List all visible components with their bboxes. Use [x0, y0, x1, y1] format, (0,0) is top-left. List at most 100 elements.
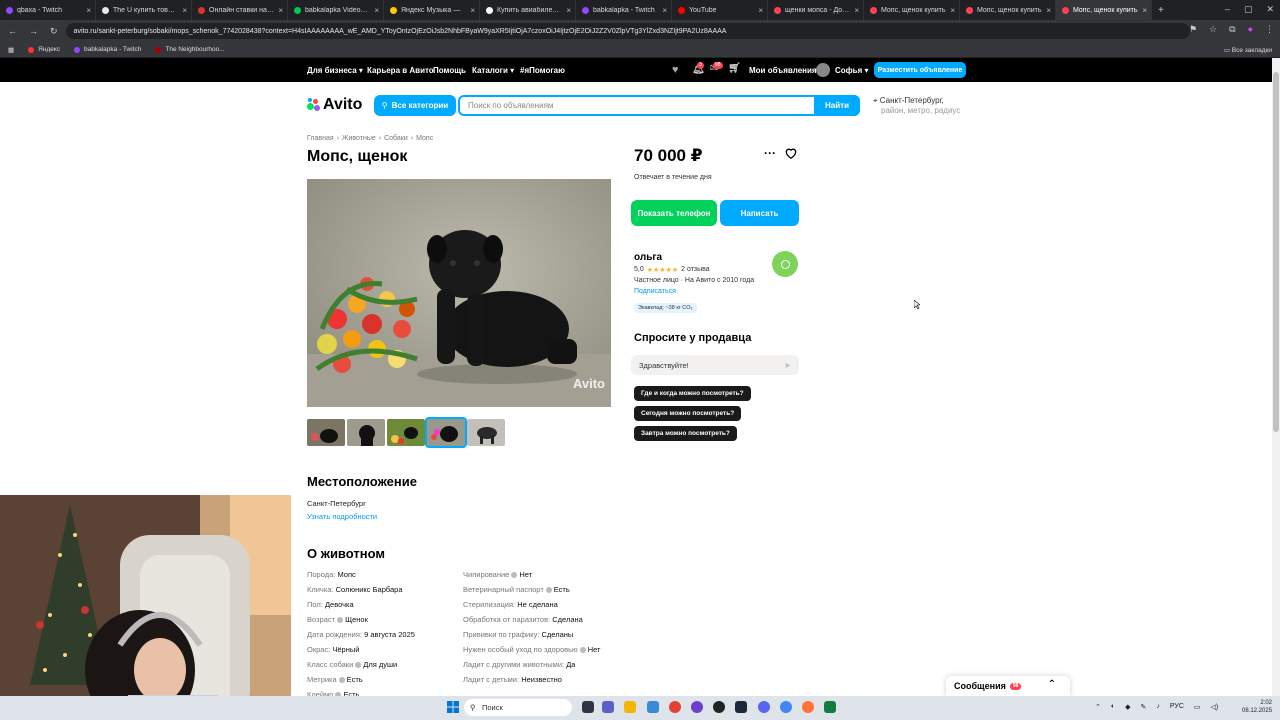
chevron-up-icon[interactable]: ⌃	[1095, 703, 1101, 711]
teams-icon[interactable]	[602, 701, 614, 713]
nav-career[interactable]: Карьера в Авито	[367, 66, 434, 75]
chevron-up-icon[interactable]: ⌃	[1048, 679, 1056, 690]
close-icon[interactable]: ×	[278, 6, 283, 15]
seller-avatar[interactable]	[772, 251, 798, 277]
browser-tab[interactable]: Мопс, щенок купить ×	[960, 0, 1056, 20]
send-icon[interactable]: ➤	[784, 361, 791, 370]
volume-icon[interactable]: ◁)	[1211, 703, 1219, 711]
main-photo[interactable]: Avito	[307, 179, 611, 407]
minimize-icon[interactable]: –	[1225, 4, 1230, 15]
post-ad-button[interactable]: Разместить объявление	[874, 62, 966, 78]
page-scrollbar[interactable]	[1272, 58, 1280, 696]
breadcrumb-item[interactable]: Главная	[307, 135, 334, 142]
close-icon[interactable]: ×	[662, 6, 667, 15]
browser-tab[interactable]: Яндекс Музыка — ×	[384, 0, 480, 20]
browser-tab[interactable]: qbaxa - Twitch ×	[0, 0, 96, 20]
browser-tab[interactable]: YouTube ×	[672, 0, 768, 20]
back-icon[interactable]: ←	[8, 26, 17, 37]
more-options-icon[interactable]: ···	[764, 146, 776, 160]
thumbnail[interactable]	[467, 419, 505, 446]
nav-business[interactable]: Для бизнеса ▾	[307, 66, 363, 75]
tray-app-icon[interactable]: ✎	[1141, 703, 1147, 711]
steam-icon[interactable]	[735, 701, 747, 713]
browser-tab[interactable]: Мопс, щенок купить ×	[864, 0, 960, 20]
close-icon[interactable]: ×	[950, 6, 955, 15]
avito-logo[interactable]: Avito	[307, 96, 362, 114]
bookmark-twitch[interactable]: babkalapka - Twitch	[74, 46, 141, 53]
thumbnail[interactable]	[387, 419, 425, 446]
nav-catalogs[interactable]: Каталоги ▾	[472, 66, 514, 75]
all-bookmarks-button[interactable]: ▭ Все закладки	[1224, 46, 1272, 54]
task-view-icon[interactable]	[582, 701, 594, 713]
thumbnail-selected[interactable]	[425, 417, 467, 448]
location-selector[interactable]: ⌖ Санкт-Петербург, район, метро, радиус	[873, 96, 960, 116]
browser-tab[interactable]: Мопс, щенок купить ×	[1056, 0, 1152, 20]
star-icon[interactable]: ☆	[1209, 24, 1217, 35]
cart-icon[interactable]: 🛒︎	[728, 63, 741, 74]
network-icon[interactable]: ▭	[1194, 703, 1201, 711]
search-input[interactable]: Поиск по объявлениям	[460, 101, 814, 110]
taskbar-search[interactable]: ⚲ Поиск	[464, 699, 572, 716]
question-icon[interactable]	[338, 677, 345, 684]
browser-tab[interactable]: Купить авиабилеты д ×	[480, 0, 576, 20]
close-icon[interactable]: ×	[1046, 6, 1051, 15]
tray-app-icon[interactable]: ◆	[1125, 703, 1130, 711]
menu-icon[interactable]: ⋮	[1265, 24, 1274, 35]
bookmark-neighbourhood[interactable]: The Neighbourhoo...	[155, 46, 225, 53]
browser-tab[interactable]: babkalapka Videos - V ×	[288, 0, 384, 20]
maximize-icon[interactable]: ▢	[1244, 4, 1253, 15]
breadcrumb-item[interactable]: Собаки	[384, 135, 408, 142]
question-icon[interactable]	[511, 572, 518, 579]
reload-icon[interactable]: ↻	[50, 26, 58, 37]
close-icon[interactable]: ×	[758, 6, 763, 15]
close-icon[interactable]: ×	[182, 6, 187, 15]
show-phone-button[interactable]: Показать телефон	[631, 200, 717, 226]
question-icon[interactable]	[579, 647, 586, 654]
microphone-icon[interactable]: ♪	[1156, 703, 1160, 711]
close-icon[interactable]: ×	[854, 6, 859, 15]
write-message-button[interactable]: Написать	[720, 200, 799, 226]
bookmark-yandex[interactable]: Яндекс	[28, 46, 60, 53]
quick-question-button[interactable]: Завтра можно посмотреть?	[634, 426, 737, 441]
system-clock[interactable]: 2:02 08.12.2025	[1242, 699, 1272, 715]
excel-icon[interactable]	[824, 701, 836, 713]
close-icon[interactable]: ×	[374, 6, 379, 15]
question-icon[interactable]	[545, 587, 552, 594]
file-explorer-icon[interactable]	[624, 701, 636, 713]
seller-name[interactable]: ольга	[634, 252, 662, 263]
quick-question-button[interactable]: Сегодня можно посмотреть?	[634, 406, 742, 421]
quick-question-button[interactable]: Где и когда можно посмотреть?	[634, 386, 751, 401]
new-tab-button[interactable]: +	[1158, 5, 1164, 16]
all-categories-button[interactable]: ⚲ Все категории	[374, 95, 456, 116]
subscribe-link[interactable]: Подписаться	[634, 288, 676, 295]
close-window-icon[interactable]: ✕	[1266, 4, 1274, 15]
scrollbar-thumb[interactable]	[1273, 72, 1279, 432]
apps-icon[interactable]: ▦	[8, 46, 14, 54]
thumbnail[interactable]	[307, 419, 345, 446]
messages-widget[interactable]: Сообщения 98 ⌃	[946, 676, 1070, 696]
breadcrumb-item[interactable]: Мопс	[416, 135, 433, 142]
chrome-icon[interactable]	[669, 701, 681, 713]
close-icon[interactable]: ×	[566, 6, 571, 15]
browser-tab[interactable]: щенки мопса - Дома ×	[768, 0, 864, 20]
ask-seller-input[interactable]: Здравствуйте!	[631, 355, 799, 375]
nav-my-ads[interactable]: Мои объявления	[749, 66, 817, 75]
thumbnail[interactable]	[347, 419, 385, 446]
favorites-heart-icon[interactable]: ♥	[672, 64, 679, 76]
location-details-link[interactable]: Узнать подробности	[307, 512, 377, 521]
browser-tab[interactable]: The U купить товары ×	[96, 0, 192, 20]
nav-help-tag[interactable]: #яПомогаю	[520, 66, 565, 75]
browser-icon[interactable]	[780, 701, 792, 713]
question-icon[interactable]	[337, 617, 344, 624]
windows-start-icon[interactable]	[447, 701, 459, 713]
nav-help[interactable]: Помощь	[433, 66, 466, 75]
translate-icon[interactable]: ⚑	[1189, 24, 1197, 35]
browser-tab[interactable]: Онлайн ставки на сп ×	[192, 0, 288, 20]
search-button[interactable]: Найти	[814, 95, 860, 116]
store-icon[interactable]	[647, 701, 659, 713]
user-avatar[interactable]	[816, 63, 830, 77]
keyboard-lang[interactable]: РУС	[1170, 703, 1184, 711]
profile-icon[interactable]: ●	[1248, 24, 1253, 35]
app-icon[interactable]	[691, 701, 703, 713]
firefox-icon[interactable]	[802, 701, 814, 713]
